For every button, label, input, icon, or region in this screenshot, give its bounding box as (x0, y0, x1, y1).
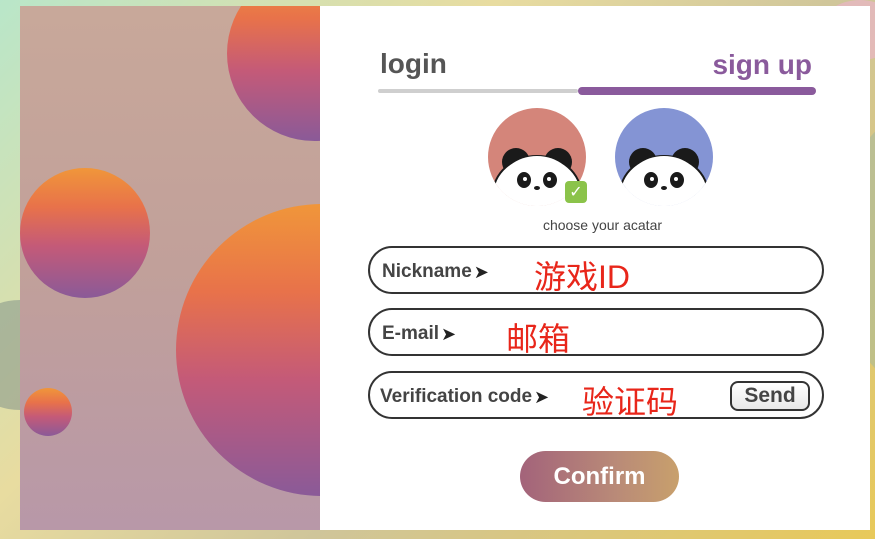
email-label: E-mail ➤ (382, 323, 456, 345)
arrow-icon: ➤ (441, 323, 457, 344)
verification-label: Verification code ➤ (380, 386, 549, 408)
decorative-sphere (20, 168, 150, 298)
panda-icon (619, 148, 709, 206)
avatar-option-blue[interactable] (615, 108, 713, 206)
nickname-label: Nickname ➤ (382, 261, 489, 283)
send-code-button[interactable]: Send (730, 381, 810, 411)
decorative-sphere (227, 6, 320, 141)
verification-value: 验证码 (582, 384, 679, 420)
nickname-field[interactable]: Nickname ➤ 游戏ID (368, 246, 824, 295)
decorative-sphere (176, 204, 320, 496)
nickname-label-text: Nickname (382, 261, 472, 282)
auth-tabs: login sign up (378, 46, 816, 96)
nickname-value: 游戏ID (534, 259, 631, 295)
email-label-text: E-mail (382, 323, 440, 344)
email-value: 邮箱 (506, 321, 571, 357)
arrow-icon: ➤ (534, 386, 550, 407)
decorative-panel (20, 6, 320, 530)
tab-track (378, 89, 578, 93)
email-field[interactable]: E-mail ➤ 邮箱 (368, 308, 824, 357)
decorative-sphere (24, 388, 72, 436)
arrow-icon: ➤ (473, 261, 489, 282)
avatar-caption: choose your acatar (542, 217, 663, 233)
verification-code-field[interactable]: Verification code ➤ 验证码 Send (368, 371, 824, 420)
selected-check-icon: ✓ (565, 181, 587, 203)
tab-signup[interactable]: sign up (712, 49, 812, 81)
tab-login[interactable]: login (380, 48, 447, 80)
tab-active-indicator (578, 87, 816, 95)
verification-label-text: Verification code (380, 386, 533, 407)
confirm-button[interactable]: Confirm (520, 451, 679, 502)
signup-panel: login sign up ✓ choose your acatar Nickn… (320, 6, 870, 530)
